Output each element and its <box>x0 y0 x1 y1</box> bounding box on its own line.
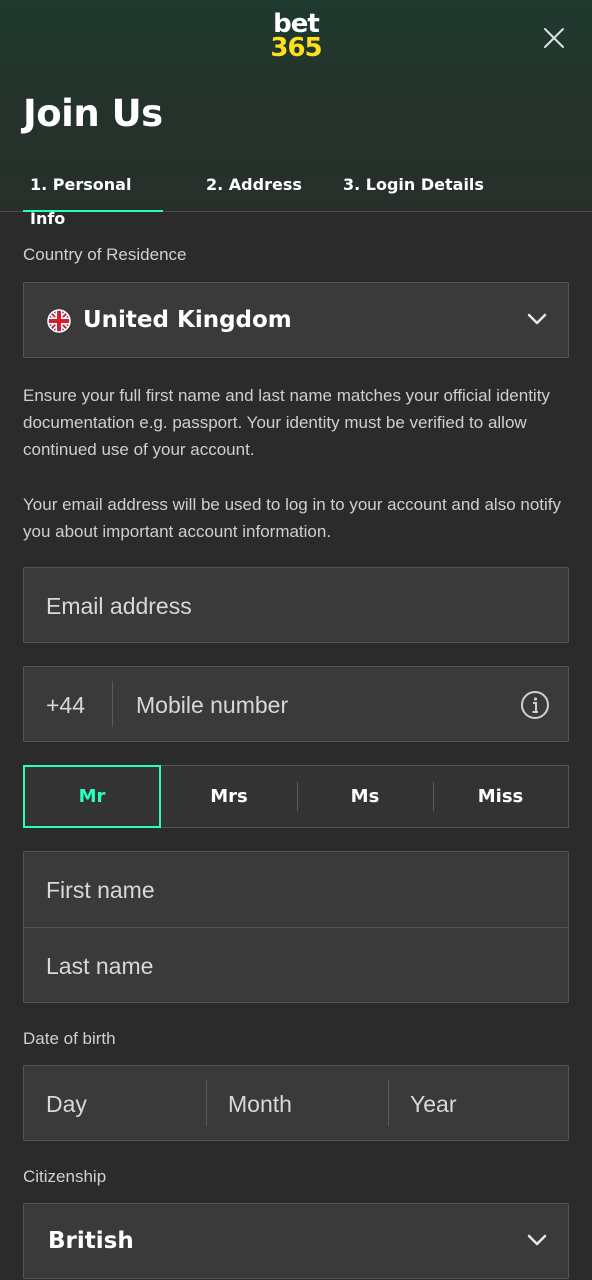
dob-day-field[interactable]: Day <box>24 1066 206 1140</box>
last-name-placeholder: Last name <box>46 953 154 979</box>
uk-flag-icon <box>47 309 71 333</box>
email-note: Your email address will be used to log i… <box>23 495 562 541</box>
identity-note: Ensure your full first name and last nam… <box>23 386 550 459</box>
citizenship-select[interactable]: British <box>23 1203 569 1279</box>
bet365-logo: bet 365 <box>268 11 324 63</box>
close-icon[interactable] <box>540 24 568 52</box>
citizenship-label: Citizenship <box>23 1167 107 1186</box>
country-value: United Kingdom <box>83 307 292 333</box>
last-name-field[interactable]: Last name <box>24 928 568 1003</box>
title-ms-button[interactable]: Ms <box>297 766 433 827</box>
country-select[interactable]: United Kingdom <box>23 282 569 358</box>
title-mrs-button[interactable]: Mrs <box>161 766 297 827</box>
tab-address[interactable]: 2. Address <box>206 168 302 212</box>
first-name-field[interactable]: First name <box>24 852 568 927</box>
phone-divider <box>112 681 113 727</box>
name-fields: First name Last name <box>23 851 569 1003</box>
chevron-down-icon <box>526 311 548 327</box>
dob-year-placeholder: Year <box>410 1091 457 1117</box>
title-mr-button[interactable]: Mr <box>23 765 161 828</box>
dob-day-placeholder: Day <box>46 1091 87 1117</box>
title-selector: Mr Mrs Ms Miss <box>23 765 569 828</box>
email-field[interactable]: Email address <box>23 567 569 643</box>
tab-login-details[interactable]: 3. Login Details <box>343 168 484 212</box>
email-placeholder: Email address <box>46 593 192 619</box>
dob-month-placeholder: Month <box>228 1091 292 1117</box>
mobile-number-field[interactable]: +44 Mobile number <box>23 666 569 742</box>
mobile-placeholder: Mobile number <box>136 692 289 718</box>
dob-year-field[interactable]: Year <box>389 1066 568 1140</box>
citizenship-value: British <box>48 1228 134 1254</box>
chevron-down-icon <box>526 1232 548 1248</box>
step-tabs: 1. Personal Info 2. Address 3. Login Det… <box>0 168 592 228</box>
info-icon[interactable] <box>520 690 550 720</box>
dob-month-field[interactable]: Month <box>207 1066 388 1140</box>
tab-personal-info[interactable]: 1. Personal Info <box>23 168 163 228</box>
logo-text-bottom: 365 <box>270 33 322 63</box>
title-miss-button[interactable]: Miss <box>433 766 568 827</box>
first-name-placeholder: First name <box>46 877 155 903</box>
dob-label: Date of birth <box>23 1029 116 1048</box>
phone-prefix[interactable]: +44 <box>46 692 85 719</box>
date-of-birth-field: Day Month Year <box>23 1065 569 1141</box>
country-label: Country of Residence <box>23 245 187 264</box>
page-title: Join Us <box>23 92 163 135</box>
